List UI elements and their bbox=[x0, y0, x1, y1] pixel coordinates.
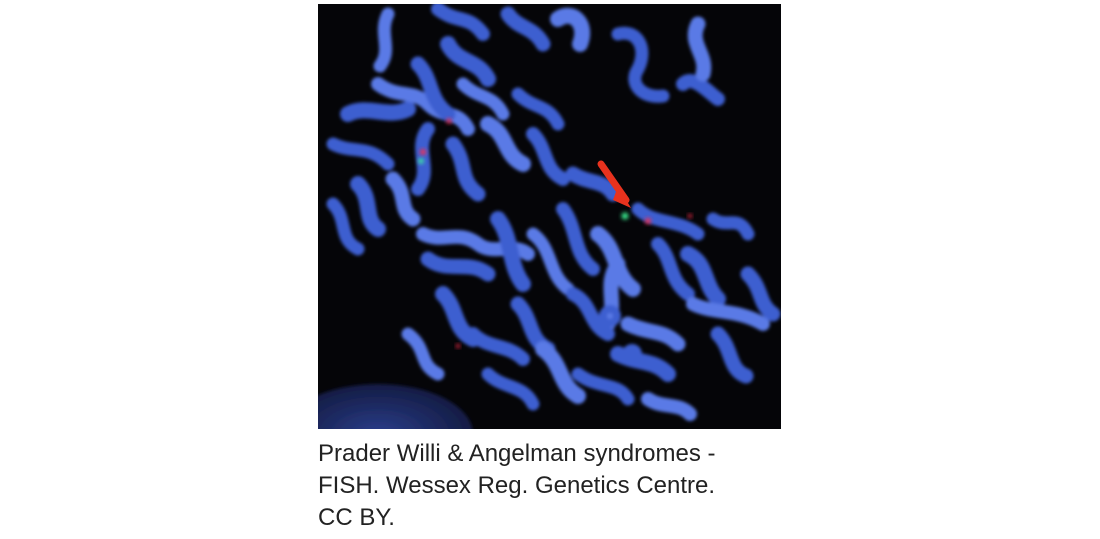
red-probe-signal bbox=[456, 344, 460, 348]
fish-micrograph bbox=[318, 4, 781, 429]
red-probe-signal bbox=[688, 214, 692, 218]
chromosome bbox=[373, 7, 395, 73]
caption-line-2: FISH. Wessex Reg. Genetics Centre. bbox=[318, 472, 716, 499]
red-probe-signal bbox=[446, 118, 452, 124]
caption-line-3: CC BY. bbox=[318, 504, 395, 531]
caption-line-1: Prader Willi & Angelman syndromes - bbox=[318, 440, 716, 467]
green-probe-signal bbox=[621, 212, 629, 220]
figure-caption: Prader Willi & Angelman syndromes - FISH… bbox=[318, 438, 788, 534]
green-probe-signal bbox=[418, 158, 424, 164]
chromosome bbox=[687, 16, 712, 82]
chromosome bbox=[420, 251, 496, 282]
red-probe-signal bbox=[420, 149, 426, 155]
chromosome bbox=[340, 101, 416, 122]
red-probe-signal bbox=[645, 218, 651, 224]
chromosome-spread-image bbox=[318, 4, 781, 429]
